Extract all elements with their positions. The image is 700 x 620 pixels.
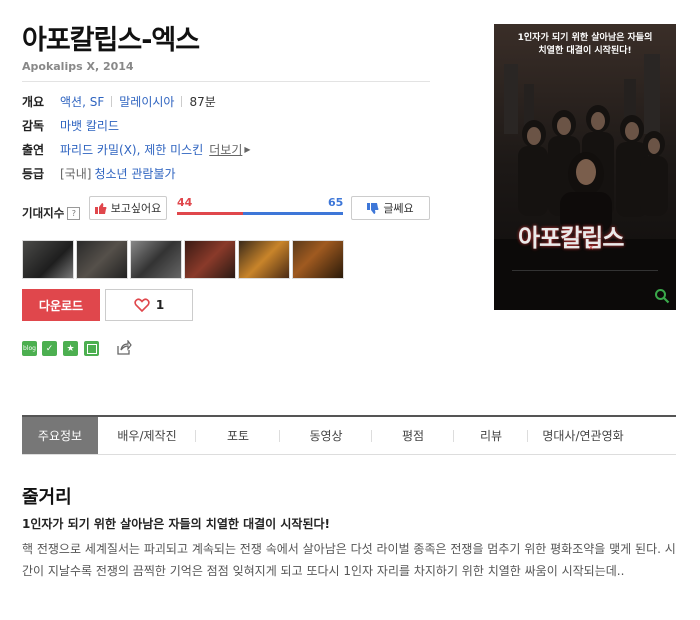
meh-button[interactable]: 글쎄요 [351, 196, 430, 220]
star-icon[interactable]: ★ [63, 341, 78, 356]
rating-row: 등급 [국내] 청소년 관람불가 [22, 165, 176, 182]
tab-videos[interactable]: 동영상 [280, 417, 372, 454]
director-label: 감독 [22, 119, 45, 133]
expect-label-group: 기대지수 ? [22, 205, 81, 221]
want-button[interactable]: 보고싶어요 [89, 196, 167, 220]
synopsis-heading: 줄거리 [22, 487, 72, 508]
divider [22, 81, 430, 82]
tab-cast-crew[interactable]: 배우/제작진 [98, 417, 196, 454]
chevron-right-icon: ▶ [244, 145, 251, 154]
rating-prefix: [국내] [60, 167, 92, 181]
like-button[interactable]: 1 [105, 289, 193, 321]
poster-logo: 아포칼립스 [518, 224, 624, 252]
meh-count: 65 [328, 196, 344, 209]
tab-ratings[interactable]: 평점 [372, 417, 454, 454]
still-thumbnail[interactable] [22, 240, 74, 279]
box-icon[interactable] [84, 341, 99, 356]
blog-icon[interactable]: blog [22, 341, 37, 356]
expect-label: 기대지수 [22, 206, 65, 220]
want-label: 보고싶어요 [110, 202, 162, 215]
poster-credits [512, 270, 658, 285]
meh-label: 글쎄요 [383, 202, 414, 215]
more-cast-link[interactable]: 더보기 [209, 141, 242, 158]
cast-label: 출연 [22, 143, 45, 157]
synopsis-tagline: 1인자가 되기 위한 살아남은 자들의 치열한 대결이 시작된다! [22, 517, 331, 531]
original-title: Apokalips X, 2014 [22, 60, 134, 73]
meh-bar [243, 212, 343, 215]
help-icon[interactable]: ? [67, 206, 81, 220]
country-link[interactable]: 말레이시아 [119, 93, 174, 110]
want-bar [177, 212, 243, 215]
heart-icon [134, 298, 150, 312]
separator [111, 96, 113, 107]
download-button[interactable]: 다운로드 [22, 289, 100, 321]
cast-link[interactable]: 파리드 카밀(X), 제한 미스킨 [60, 141, 203, 158]
runtime: 87분 [189, 95, 216, 109]
want-count: 44 [177, 196, 193, 209]
still-thumbnail[interactable] [76, 240, 128, 279]
cast-row: 출연 파리드 카밀(X), 제한 미스킨 더보기 ▶ [22, 141, 251, 158]
tab-quotes-related[interactable]: 명대사/연관영화 [528, 417, 638, 454]
rating-label: 등급 [22, 167, 45, 181]
director-row: 감독 마뱃 칼리드 [22, 117, 119, 134]
director-link[interactable]: 마뱃 칼리드 [60, 117, 119, 134]
genre-link[interactable]: 액션, SF [60, 93, 104, 110]
talk-icon[interactable]: ✓ [42, 341, 57, 356]
tab-bar: 주요정보 배우/제작진 포토 동영상 평점 리뷰 명대사/연관영화 [22, 415, 676, 455]
poster-image[interactable]: 1인자가 되기 위한 살아남은 자들의 치열한 대결이 시작된다! 아포칼립스 … [494, 24, 676, 310]
search-icon[interactable] [654, 288, 670, 304]
tab-photos[interactable]: 포토 [196, 417, 280, 454]
overview-label: 개요 [22, 95, 45, 109]
separator [181, 96, 183, 107]
poster-logo-sub: ✕ [588, 244, 594, 252]
synopsis-body: 핵 전쟁으로 세계질서는 파괴되고 계속되는 전쟁 속에서 살아남은 다섯 라이… [22, 542, 676, 578]
poster-art [494, 24, 676, 310]
still-thumbnail[interactable] [292, 240, 344, 279]
movie-title: 아포칼립스-엑스 [22, 25, 200, 56]
thumbs-up-icon [94, 202, 107, 214]
share-icon[interactable] [116, 340, 132, 356]
tab-main-info[interactable]: 주요정보 [22, 417, 98, 454]
tab-reviews[interactable]: 리뷰 [454, 417, 528, 454]
still-thumbnail[interactable] [130, 240, 182, 279]
rating-link[interactable]: 청소년 관람불가 [94, 165, 175, 182]
still-thumbnail[interactable] [238, 240, 290, 279]
poster-tagline: 1인자가 되기 위한 살아남은 자들의 치열한 대결이 시작된다! [517, 33, 653, 56]
thumbs-down-icon [367, 202, 379, 214]
like-count: 1 [155, 298, 165, 312]
still-thumbnail[interactable] [184, 240, 236, 279]
overview-row: 개요 액션, SF 말레이시아 87분 [22, 93, 216, 110]
